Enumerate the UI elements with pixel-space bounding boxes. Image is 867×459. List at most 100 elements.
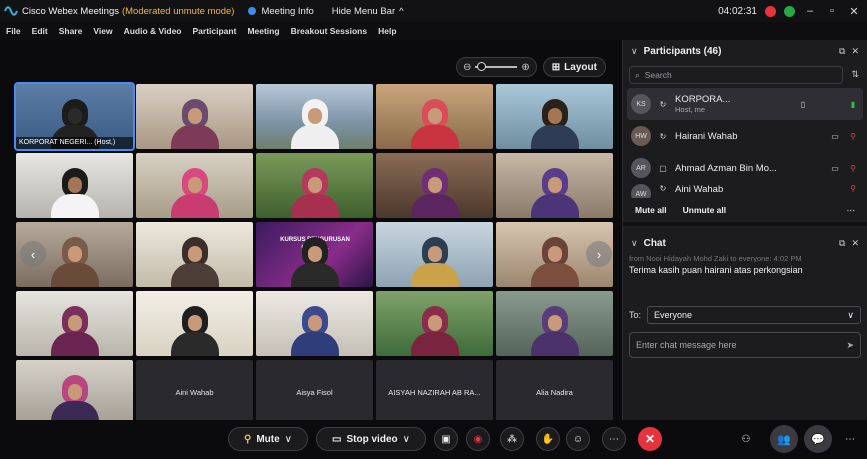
menu-share[interactable]: Share (59, 26, 83, 36)
mute-button[interactable]: ⚲ Mute ∨ (228, 427, 308, 451)
tile-name-label: AISYAH NAZIRAH AB RA... (388, 388, 481, 397)
meeting-info-label: Meeting Info (261, 5, 314, 17)
recording-icon[interactable] (765, 5, 776, 17)
menu-audio-video[interactable]: Audio & Video (124, 26, 182, 36)
hand-icon[interactable]: ▯ (797, 100, 809, 109)
record-icon[interactable]: ◉ (466, 427, 490, 451)
video-tile-host[interactable]: KORPORAT NEGERI... (Host,) (14, 82, 135, 151)
end-meeting-button[interactable]: ✕ (638, 427, 662, 451)
participant-video (50, 375, 99, 425)
chat-title: Chat (643, 237, 666, 249)
chat-panel-icon[interactable]: 💬 (804, 425, 832, 453)
next-page-arrow-icon[interactable]: › (586, 241, 612, 267)
video-tile[interactable] (256, 84, 373, 149)
layout-button[interactable]: ⊞ Layout (542, 57, 606, 77)
zoom-slider[interactable]: ⊖ ⊕ (456, 57, 537, 77)
video-tile[interactable] (256, 153, 373, 218)
video-tile[interactable]: KURSUS PENGURUSAN ORGAN... (256, 222, 373, 287)
chat-header: ∨ Chat ⧉ ✕ (623, 232, 867, 254)
chevron-down-icon[interactable]: ∨ (403, 434, 410, 445)
microphone-on-icon[interactable]: ▮ (847, 100, 859, 109)
recipient-select[interactable]: Everyone ∨ (647, 306, 861, 324)
more-panels-icon[interactable]: ⋯ (838, 427, 862, 451)
participants-header: ∨ Participants (46) ⧉ ✕ (623, 40, 867, 62)
menu-bar: File Edit Share View Audio & Video Parti… (0, 22, 867, 40)
video-tile-no-video[interactable]: Alia Nadira (496, 360, 613, 425)
video-camera-icon[interactable]: ▭ (829, 164, 841, 173)
close-panel-icon[interactable]: ✕ (851, 238, 859, 249)
connection-icon[interactable] (784, 5, 795, 17)
restore-icon[interactable]: ▫ (825, 5, 839, 17)
participant-row[interactable]: HW ↻ Hairani Wahab ▭ ⚲ (623, 120, 867, 152)
menu-breakout-sessions[interactable]: Breakout Sessions (291, 26, 368, 36)
unmute-all-button[interactable]: Unmute all (683, 205, 726, 215)
reactions-icon[interactable]: ☺ (566, 427, 590, 451)
video-tile[interactable] (136, 222, 253, 287)
menu-view[interactable]: View (93, 26, 112, 36)
video-tile[interactable] (376, 222, 493, 287)
participant-search-input[interactable]: ⌕ Search (629, 66, 843, 84)
participant-video (50, 306, 99, 356)
video-camera-icon[interactable]: ▭ (829, 132, 841, 141)
video-tile-no-video[interactable]: Aisya Fisol (256, 360, 373, 425)
close-icon[interactable]: ✕ (847, 5, 861, 18)
apps-icon[interactable]: ⁂ (500, 427, 524, 451)
hand-raise-icon[interactable]: ✋ (536, 427, 560, 451)
microphone-muted-icon[interactable]: ⚲ (847, 132, 859, 141)
participants-panel-icon[interactable]: 👥 (770, 425, 798, 453)
zoom-knob[interactable] (477, 62, 487, 71)
hide-menu-bar-button[interactable]: Hide Menu Bar ^ (332, 6, 404, 17)
menu-edit[interactable]: Edit (32, 26, 48, 36)
video-tile[interactable] (496, 84, 613, 149)
chevron-down-icon[interactable]: ∨ (285, 434, 292, 445)
previous-page-arrow-icon[interactable]: ‹ (20, 241, 46, 267)
video-tile[interactable] (16, 360, 133, 425)
video-tile[interactable] (376, 153, 493, 218)
mute-all-button[interactable]: Mute all (635, 205, 667, 215)
recipient-value: Everyone (654, 310, 693, 320)
sort-icon[interactable]: ⇅ (851, 69, 859, 80)
menu-help[interactable]: Help (378, 26, 396, 36)
menu-file[interactable]: File (6, 26, 21, 36)
breakout-icon[interactable]: ⚇ (734, 427, 758, 451)
mute-label: Mute (256, 433, 280, 445)
more-options-icon[interactable]: ⋯ (847, 205, 856, 216)
microphone-muted-icon[interactable]: ⚲ (847, 164, 859, 173)
avatar: AW (631, 184, 651, 198)
zoom-track[interactable] (475, 62, 518, 71)
minimize-icon[interactable]: – (803, 5, 817, 17)
video-tile[interactable] (496, 153, 613, 218)
send-icon[interactable]: ➤ (846, 340, 854, 351)
video-tile[interactable] (376, 84, 493, 149)
video-tile[interactable] (136, 291, 253, 356)
video-tile[interactable] (136, 153, 253, 218)
participant-row[interactable]: AR ▢ Ahmad Azman Bin Mo... ▭ ⚲ (623, 152, 867, 184)
share-screen-icon[interactable]: ▣ (434, 427, 458, 451)
video-tile[interactable] (16, 291, 133, 356)
collapse-chevron-icon[interactable]: ∨ (631, 238, 638, 249)
meeting-info-link[interactable]: Meeting Info (248, 5, 314, 17)
video-tile[interactable] (376, 291, 493, 356)
video-tile-no-video[interactable]: AISYAH NAZIRAH AB RA... (376, 360, 493, 425)
video-tile[interactable] (256, 291, 373, 356)
participant-row[interactable]: KS ↻ KORPORA... Host, me ▯ ▮ (627, 88, 863, 120)
close-panel-icon[interactable]: ✕ (851, 46, 859, 57)
video-tile[interactable] (16, 153, 133, 218)
more-options-icon[interactable]: ⋯ (602, 427, 626, 451)
video-tile-no-video[interactable]: Aini Wahab (136, 360, 253, 425)
participant-row[interactable]: AW ↻ Aini Wahab ⚲ (623, 184, 867, 198)
zoom-in-icon[interactable]: ⊕ (521, 62, 529, 73)
participant-video (410, 306, 459, 356)
participant-video (290, 237, 339, 287)
chat-input[interactable]: Enter chat message here ➤ (629, 332, 861, 358)
microphone-muted-icon[interactable]: ⚲ (847, 184, 859, 193)
menu-meeting[interactable]: Meeting (247, 26, 279, 36)
video-tile[interactable] (136, 84, 253, 149)
popout-icon[interactable]: ⧉ (839, 238, 845, 249)
collapse-chevron-icon[interactable]: ∨ (631, 46, 638, 57)
zoom-out-icon[interactable]: ⊖ (463, 62, 471, 73)
video-tile[interactable] (496, 291, 613, 356)
menu-participant[interactable]: Participant (193, 26, 237, 36)
stop-video-button[interactable]: ▭ Stop video ∨ (316, 427, 426, 451)
popout-icon[interactable]: ⧉ (839, 46, 845, 57)
